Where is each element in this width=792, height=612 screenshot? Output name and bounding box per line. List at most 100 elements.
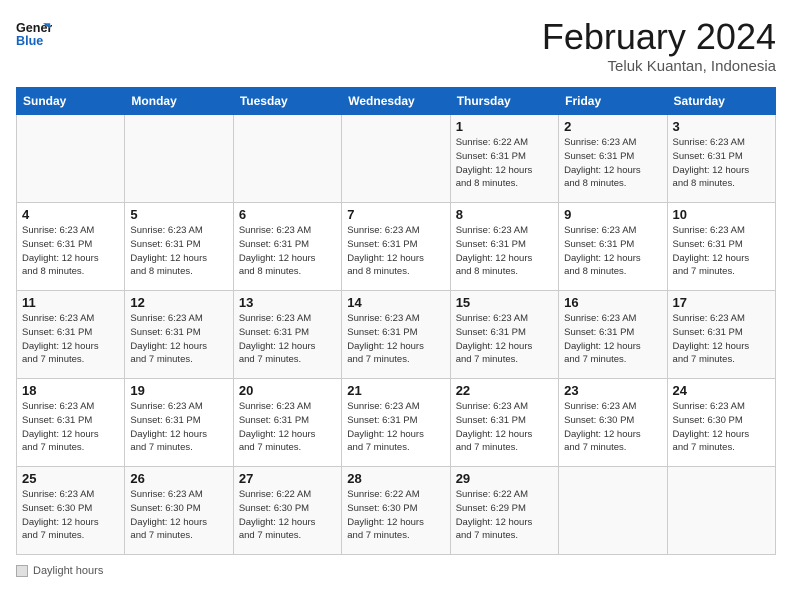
day-number: 16 [564, 295, 661, 310]
day-sun-info: Sunrise: 6:22 AM Sunset: 6:29 PM Dayligh… [456, 488, 553, 543]
calendar-day-cell [342, 115, 450, 203]
calendar-day-cell: 7Sunrise: 6:23 AM Sunset: 6:31 PM Daylig… [342, 203, 450, 291]
calendar-day-cell: 24 Sunrise: 6:23 AM Sunset: 6:30 PM Dayli… [667, 379, 775, 467]
calendar-week-row: 11Sunrise: 6:23 AM Sunset: 6:31 PM Dayli… [17, 291, 776, 379]
day-sun-info: Sunrise: 6:23 AM Sunset: 6:31 PM Dayligh… [564, 312, 661, 367]
calendar-week-row: 25 Sunrise: 6:23 AM Sunset: 6:30 PM Dayli… [17, 467, 776, 555]
day-sun-info: Sunrise: 6:23 AM Sunset: 6:31 PM Dayligh… [347, 400, 444, 455]
calendar-day-cell: 17Sunrise: 6:23 AM Sunset: 6:31 PM Dayli… [667, 291, 775, 379]
day-sun-info: Sunrise: 6:23 AM Sunset: 6:31 PM Dayligh… [456, 400, 553, 455]
weekday-header-cell: Thursday [450, 88, 558, 115]
day-number: 18 [22, 383, 119, 398]
day-sun-info: Sunrise: 6:23 AM Sunset: 6:30 PM Dayligh… [673, 400, 770, 455]
calendar-day-cell [17, 115, 125, 203]
day-sun-info: Sunrise: 6:22 AM Sunset: 6:31 PM Dayligh… [456, 136, 553, 191]
title-block: February 2024 Teluk Kuantan, Indonesia [542, 16, 776, 75]
calendar-day-cell: 29 Sunrise: 6:22 AM Sunset: 6:29 PM Dayli… [450, 467, 558, 555]
day-number: 4 [22, 207, 119, 222]
calendar-day-cell: 13Sunrise: 6:23 AM Sunset: 6:31 PM Dayli… [233, 291, 341, 379]
day-number: 7 [347, 207, 444, 222]
day-number: 14 [347, 295, 444, 310]
day-number: 19 [130, 383, 227, 398]
calendar-day-cell: 26 Sunrise: 6:23 AM Sunset: 6:30 PM Dayli… [125, 467, 233, 555]
calendar-day-cell: 21Sunrise: 6:23 AM Sunset: 6:31 PM Dayli… [342, 379, 450, 467]
daylight-label: Daylight hours [33, 565, 103, 577]
logo-icon: General Blue [16, 16, 52, 52]
calendar-day-cell: 4 Sunrise: 6:23 AM Sunset: 6:31 PM Daylig… [17, 203, 125, 291]
day-number: 24 [673, 383, 770, 398]
calendar-day-cell: 3Sunrise: 6:23 AM Sunset: 6:31 PM Daylig… [667, 115, 775, 203]
day-number: 13 [239, 295, 336, 310]
day-sun-info: Sunrise: 6:23 AM Sunset: 6:31 PM Dayligh… [22, 312, 119, 367]
day-sun-info: Sunrise: 6:22 AM Sunset: 6:30 PM Dayligh… [347, 488, 444, 543]
location-title: Teluk Kuantan, Indonesia [542, 58, 776, 75]
day-number: 9 [564, 207, 661, 222]
calendar-day-cell: 1 Sunrise: 6:22 AM Sunset: 6:31 PM Daylig… [450, 115, 558, 203]
calendar-day-cell: 18 Sunrise: 6:23 AM Sunset: 6:31 PM Dayli… [17, 379, 125, 467]
calendar-day-cell: 28Sunrise: 6:22 AM Sunset: 6:30 PM Dayli… [342, 467, 450, 555]
day-sun-info: Sunrise: 6:23 AM Sunset: 6:31 PM Dayligh… [673, 136, 770, 191]
calendar-day-cell: 22 Sunrise: 6:23 AM Sunset: 6:31 PM Dayli… [450, 379, 558, 467]
calendar-day-cell: 9 Sunrise: 6:23 AM Sunset: 6:31 PM Daylig… [559, 203, 667, 291]
day-sun-info: Sunrise: 6:23 AM Sunset: 6:31 PM Dayligh… [456, 224, 553, 279]
day-number: 29 [456, 471, 553, 486]
day-number: 25 [22, 471, 119, 486]
day-sun-info: Sunrise: 6:23 AM Sunset: 6:31 PM Dayligh… [22, 224, 119, 279]
day-sun-info: Sunrise: 6:23 AM Sunset: 6:31 PM Dayligh… [456, 312, 553, 367]
weekday-header-cell: Friday [559, 88, 667, 115]
weekday-header-cell: Monday [125, 88, 233, 115]
day-sun-info: Sunrise: 6:23 AM Sunset: 6:31 PM Dayligh… [239, 224, 336, 279]
svg-text:Blue: Blue [16, 34, 43, 48]
day-number: 15 [456, 295, 553, 310]
weekday-header-cell: Tuesday [233, 88, 341, 115]
day-sun-info: Sunrise: 6:23 AM Sunset: 6:31 PM Dayligh… [673, 224, 770, 279]
calendar-day-cell: 19 Sunrise: 6:23 AM Sunset: 6:31 PM Dayli… [125, 379, 233, 467]
calendar-day-cell: 5 Sunrise: 6:23 AM Sunset: 6:31 PM Daylig… [125, 203, 233, 291]
day-sun-info: Sunrise: 6:23 AM Sunset: 6:30 PM Dayligh… [22, 488, 119, 543]
day-sun-info: Sunrise: 6:23 AM Sunset: 6:31 PM Dayligh… [130, 400, 227, 455]
day-sun-info: Sunrise: 6:23 AM Sunset: 6:31 PM Dayligh… [130, 224, 227, 279]
calendar-table: SundayMondayTuesdayWednesdayThursdayFrid… [16, 87, 776, 555]
calendar-day-cell: 12Sunrise: 6:23 AM Sunset: 6:31 PM Dayli… [125, 291, 233, 379]
page-header: General Blue February 2024 Teluk Kuantan… [16, 16, 776, 75]
day-number: 2 [564, 119, 661, 134]
calendar-day-cell [233, 115, 341, 203]
calendar-day-cell: 10 Sunrise: 6:23 AM Sunset: 6:31 PM Dayli… [667, 203, 775, 291]
day-number: 26 [130, 471, 227, 486]
logo: General Blue [16, 16, 52, 52]
calendar-day-cell [125, 115, 233, 203]
day-sun-info: Sunrise: 6:23 AM Sunset: 6:31 PM Dayligh… [564, 136, 661, 191]
day-sun-info: Sunrise: 6:23 AM Sunset: 6:31 PM Dayligh… [130, 312, 227, 367]
calendar-footer: Daylight hours [16, 565, 776, 577]
legend-box [16, 565, 28, 577]
day-number: 22 [456, 383, 553, 398]
day-sun-info: Sunrise: 6:23 AM Sunset: 6:30 PM Dayligh… [564, 400, 661, 455]
day-number: 17 [673, 295, 770, 310]
calendar-day-cell: 11Sunrise: 6:23 AM Sunset: 6:31 PM Dayli… [17, 291, 125, 379]
day-sun-info: Sunrise: 6:23 AM Sunset: 6:31 PM Dayligh… [22, 400, 119, 455]
weekday-header-cell: Wednesday [342, 88, 450, 115]
calendar-day-cell: 16 Sunrise: 6:23 AM Sunset: 6:31 PM Dayli… [559, 291, 667, 379]
month-title: February 2024 [542, 16, 776, 58]
day-number: 5 [130, 207, 227, 222]
day-sun-info: Sunrise: 6:22 AM Sunset: 6:30 PM Dayligh… [239, 488, 336, 543]
day-sun-info: Sunrise: 6:23 AM Sunset: 6:31 PM Dayligh… [564, 224, 661, 279]
calendar-day-cell: 27 Sunrise: 6:22 AM Sunset: 6:30 PM Dayli… [233, 467, 341, 555]
day-number: 27 [239, 471, 336, 486]
calendar-week-row: 1 Sunrise: 6:22 AM Sunset: 6:31 PM Daylig… [17, 115, 776, 203]
calendar-day-cell: 6Sunrise: 6:23 AM Sunset: 6:31 PM Daylig… [233, 203, 341, 291]
day-number: 8 [456, 207, 553, 222]
day-number: 20 [239, 383, 336, 398]
calendar-body: 1 Sunrise: 6:22 AM Sunset: 6:31 PM Daylig… [17, 115, 776, 555]
day-sun-info: Sunrise: 6:23 AM Sunset: 6:30 PM Dayligh… [130, 488, 227, 543]
weekday-header-cell: Saturday [667, 88, 775, 115]
day-number: 23 [564, 383, 661, 398]
day-number: 10 [673, 207, 770, 222]
day-number: 1 [456, 119, 553, 134]
calendar-day-cell: 15 Sunrise: 6:23 AM Sunset: 6:31 PM Dayli… [450, 291, 558, 379]
weekday-header-cell: Sunday [17, 88, 125, 115]
calendar-day-cell [559, 467, 667, 555]
calendar-day-cell: 23 Sunrise: 6:23 AM Sunset: 6:30 PM Dayli… [559, 379, 667, 467]
calendar-day-cell: 20Sunrise: 6:23 AM Sunset: 6:31 PM Dayli… [233, 379, 341, 467]
day-sun-info: Sunrise: 6:23 AM Sunset: 6:31 PM Dayligh… [347, 312, 444, 367]
